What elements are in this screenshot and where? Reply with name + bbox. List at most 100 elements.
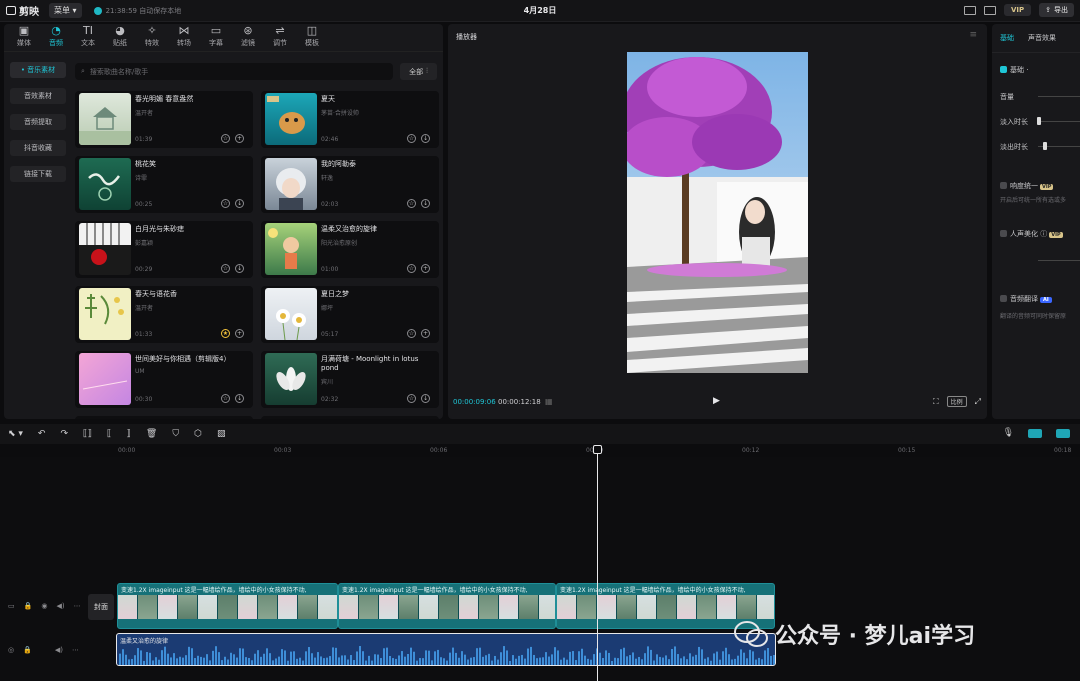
song-card[interactable]: 桃花笑 诗霏 00:25 ☆ ↓ xyxy=(75,156,253,213)
redo-icon[interactable]: ↷ xyxy=(60,429,68,439)
song-card[interactable]: 我的阿勒泰 轩逸 02:03 ☆ ↓ xyxy=(261,156,439,213)
download-icon[interactable]: ↓ xyxy=(421,199,430,208)
filter-dropdown[interactable]: 全部 ⫶ xyxy=(400,63,437,80)
split-right-icon[interactable]: ⟧ xyxy=(126,429,130,439)
layout-icon[interactable] xyxy=(983,5,996,15)
lock-icon[interactable]: 🔒 xyxy=(24,602,33,610)
shortcut-icon[interactable] xyxy=(963,5,976,15)
split-icon[interactable]: ⟦⟧ xyxy=(83,429,92,439)
fit-screen-icon[interactable]: ⛶ xyxy=(933,397,939,407)
delete-icon[interactable]: 🗑 xyxy=(146,429,157,439)
audio-translate-row[interactable]: 音频翻译 AI xyxy=(1000,294,1052,304)
tab-basic[interactable]: 基础 xyxy=(1000,33,1014,43)
download-icon[interactable]: ↓ xyxy=(235,264,244,273)
link-toggle-icon[interactable] xyxy=(1028,428,1042,438)
favorite-icon[interactable]: ☆ xyxy=(407,264,416,273)
download-icon[interactable]: ↓ xyxy=(235,199,244,208)
video-preview[interactable] xyxy=(627,52,808,373)
lock-icon[interactable]: 🔒 xyxy=(23,646,32,654)
favorite-icon[interactable]: ☆ xyxy=(407,134,416,143)
export-button[interactable]: ⇪ 导出 xyxy=(1039,3,1074,17)
song-card-partial[interactable] xyxy=(75,416,253,419)
sidebar-item-extract[interactable]: 音频提取 xyxy=(10,114,66,130)
track-icon[interactable]: ▭ xyxy=(8,602,15,610)
checkbox-icon[interactable] xyxy=(1000,295,1007,302)
sidebar-item-link[interactable]: 链接下载 xyxy=(10,166,66,182)
tab-template[interactable]: ◫ 模板 xyxy=(296,25,328,51)
tab-subtitle[interactable]: ▭ 字幕 xyxy=(200,25,232,51)
favorite-icon[interactable]: ☆ xyxy=(221,264,230,273)
song-card[interactable]: 世间美好与你相遇（剪辑版4） UM 00:30 ☆ ↓ xyxy=(75,351,253,408)
tab-transition[interactable]: ⋈ 转场 xyxy=(168,25,200,51)
song-card[interactable]: 白月光与朱砂痣 彭嘉颖 00:29 ☆ ↓ xyxy=(75,221,253,278)
mask-icon[interactable]: ⬡ xyxy=(194,429,202,439)
more-icon[interactable]: ⋯ xyxy=(74,602,81,610)
search-input[interactable]: ⌕ 搜索歌曲名称/歌手 xyxy=(75,63,393,80)
fade-in-slider[interactable] xyxy=(1038,121,1080,122)
shield-icon[interactable]: ⛉ xyxy=(172,429,179,439)
tab-text[interactable]: TI 文本 xyxy=(72,25,104,51)
menu-button[interactable]: 菜单 ▾ xyxy=(49,3,82,18)
menu-icon[interactable]: ≡ xyxy=(969,30,977,40)
playhead-handle[interactable] xyxy=(593,445,602,454)
sidebar-item-music[interactable]: • 音乐素材 xyxy=(10,62,66,78)
fade-out-handle[interactable] xyxy=(1043,142,1047,150)
undo-icon[interactable]: ↶ xyxy=(38,429,46,439)
voice-slider[interactable] xyxy=(1038,260,1080,261)
favorite-icon[interactable]: ☆ xyxy=(407,199,416,208)
fade-in-handle[interactable] xyxy=(1037,117,1041,125)
voice-beautify-row[interactable]: 人声美化 ⓘ VIP xyxy=(1000,229,1063,239)
fullscreen-icon[interactable]: ⤢ xyxy=(975,397,981,407)
tab-filter[interactable]: ⊛ 滤镜 xyxy=(232,25,264,51)
split-left-icon[interactable]: ⟦ xyxy=(107,429,111,439)
favorite-icon[interactable]: ☆ xyxy=(221,199,230,208)
checkbox-icon[interactable] xyxy=(1000,66,1007,73)
loudness-row[interactable]: 响度统一 VIP xyxy=(1000,181,1054,191)
favorite-icon[interactable]: ☆ xyxy=(221,134,230,143)
add-icon[interactable]: + xyxy=(421,264,430,273)
add-icon[interactable]: + xyxy=(235,134,244,143)
favorite-icon[interactable]: ★ xyxy=(221,329,230,338)
play-icon[interactable]: ▶ xyxy=(713,396,720,406)
track-icon[interactable]: ◎ xyxy=(8,646,14,654)
tab-effects[interactable]: ✧ 特效 xyxy=(136,25,168,51)
song-card[interactable]: 温柔又治愈的旋律 阳光治愈原创 01:00 ☆ + xyxy=(261,221,439,278)
song-card[interactable]: 春天与语花香 温开者 01:33 ★ + xyxy=(75,286,253,343)
microphone-icon[interactable]: 🎙 xyxy=(1003,428,1014,438)
song-card[interactable]: 夏天 茅苗·合拼设帅 02:46 ☆ ↓ xyxy=(261,91,439,148)
video-clip[interactable]: 变速1.2X imageinput 这是一幅墙绘作品，墙绘中的小女孩保持不动, xyxy=(117,583,338,629)
volume-icon[interactable]: ◀) xyxy=(55,646,63,654)
eye-icon[interactable]: ◉ xyxy=(41,602,47,610)
vip-button[interactable]: VIP xyxy=(1003,4,1032,16)
add-icon[interactable]: + xyxy=(421,329,430,338)
volume-slider[interactable] xyxy=(1038,96,1080,97)
more-icon[interactable]: ⋯ xyxy=(72,646,79,654)
favorite-icon[interactable]: ☆ xyxy=(407,394,416,403)
song-card[interactable]: 月满荷塘 - Moonlight in lotus pond 宾川 02:32 … xyxy=(261,351,439,408)
song-card-partial[interactable] xyxy=(261,416,439,419)
tab-sound-effect[interactable]: 声音效果 xyxy=(1028,33,1056,43)
ratio-button[interactable]: 比例 xyxy=(946,396,967,407)
timecode-grid-icon[interactable]: ▦ xyxy=(545,397,553,406)
video-clip[interactable]: 变速1.2X imageinput 这是一幅墙绘作品，墙绘中的小女孩保持不动, xyxy=(338,583,556,629)
song-card[interactable]: 春光明媚 春意盎然 温开者 01:39 ☆ + xyxy=(75,91,253,148)
cover-button[interactable]: 封面 xyxy=(88,594,114,620)
download-icon[interactable]: ↓ xyxy=(421,394,430,403)
tab-audio[interactable]: ◔ 音频 xyxy=(40,25,72,51)
favorite-icon[interactable]: ☆ xyxy=(221,394,230,403)
song-card[interactable]: 夏日之梦 娜坪 05:17 ☆ + xyxy=(261,286,439,343)
screenshot-icon[interactable]: ▧ xyxy=(217,429,226,439)
checkbox-icon[interactable] xyxy=(1000,182,1007,189)
sidebar-item-sfx[interactable]: 音效素材 xyxy=(10,88,66,104)
audio-clip[interactable]: 温柔又治愈的旋律 xyxy=(116,633,776,666)
tab-media[interactable]: ▣ 媒体 xyxy=(8,25,40,51)
tab-adjust[interactable]: ⇌ 调节 xyxy=(264,25,296,51)
select-tool-icon[interactable]: ⬉ ▾ xyxy=(8,429,23,439)
basic-section[interactable]: 基础 · xyxy=(1000,65,1028,75)
sidebar-item-douyin[interactable]: 抖音收藏 xyxy=(10,140,66,156)
preview-axis-icon[interactable] xyxy=(1056,428,1070,438)
tab-sticker[interactable]: ◕ 贴纸 xyxy=(104,25,136,51)
checkbox-icon[interactable] xyxy=(1000,230,1007,237)
volume-icon[interactable]: ◀) xyxy=(56,602,64,610)
download-icon[interactable]: ↓ xyxy=(235,394,244,403)
